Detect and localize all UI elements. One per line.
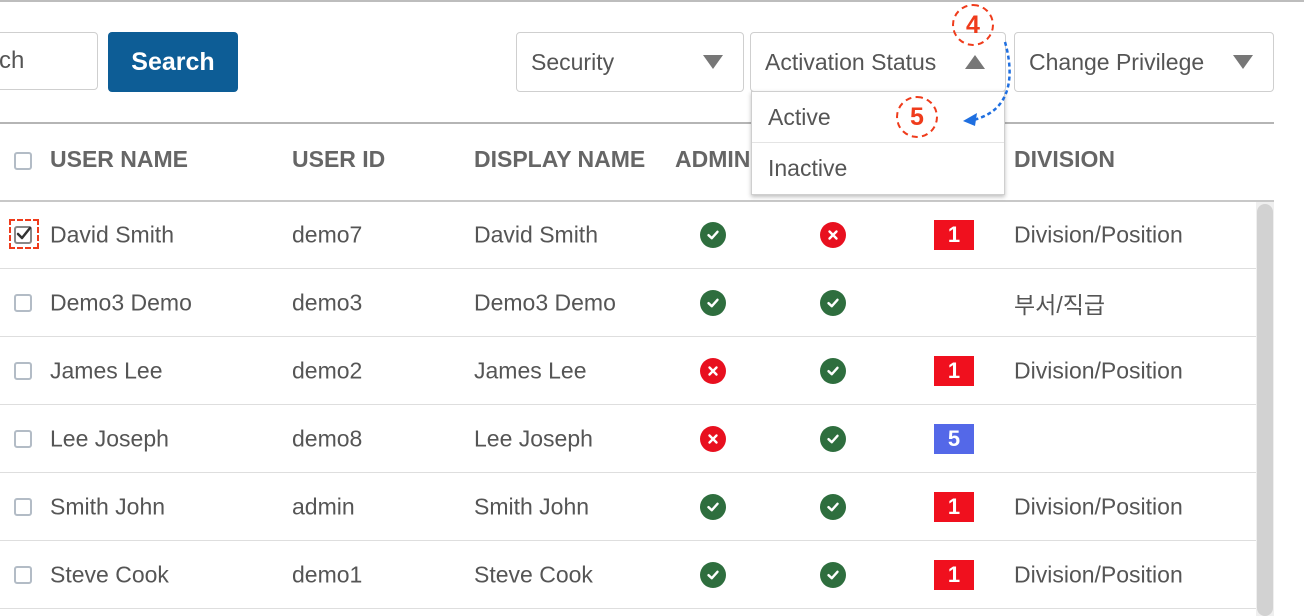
count-badge: 5 — [934, 423, 974, 454]
cell-user-id: demo8 — [292, 425, 363, 451]
annotation-arrow-icon — [963, 41, 1011, 126]
search-button[interactable]: Search — [108, 32, 238, 92]
table-row[interactable]: Demo3 Demo demo3 Demo3 Demo 부서/직급 — [0, 269, 1256, 337]
check-circle-icon — [820, 425, 846, 452]
top-border — [0, 0, 1304, 2]
cell-user-id: admin — [292, 493, 355, 519]
scrollbar-thumb[interactable] — [1257, 204, 1273, 616]
cell-division: Division/Position — [1014, 221, 1183, 247]
cell-user-id: demo3 — [292, 289, 363, 315]
column-header-division[interactable]: DIVISION — [1014, 146, 1115, 173]
table-row[interactable]: James Lee demo2 James Lee Division/Position… — [0, 337, 1256, 405]
change-privilege-dropdown[interactable]: Change Privilege — [1014, 32, 1274, 92]
check-circle-icon — [700, 561, 726, 588]
row-checkbox[interactable] — [14, 430, 32, 448]
x-circle-icon — [700, 357, 726, 384]
cell-division: 부서/직급 — [1014, 291, 1106, 318]
cell-user-name: Steve Cook — [50, 561, 169, 587]
cell-user-name: Demo3 Demo — [50, 289, 192, 315]
column-header-user-id[interactable]: USER ID — [292, 146, 385, 173]
change-privilege-label: Change Privilege — [1029, 48, 1205, 75]
column-header-user-name[interactable]: USER NAME — [50, 146, 188, 173]
check-circle-icon — [700, 493, 726, 520]
table-top-border — [0, 122, 1274, 124]
column-header-display-name[interactable]: DISPLAY NAME — [474, 146, 645, 173]
table-row[interactable]: Smith John admin Smith John Division/Positi… — [0, 473, 1256, 541]
step-5-marker: 5 — [896, 96, 938, 138]
count-badge: 1 — [934, 219, 974, 250]
cell-user-name: David Smith — [50, 221, 174, 247]
cell-display-name: Steve Cook — [474, 561, 593, 587]
cell-user-name: James Lee — [50, 357, 163, 383]
chevron-down-icon — [703, 55, 723, 69]
check-circle-icon — [700, 289, 726, 316]
select-all-checkbox[interactable] — [14, 152, 32, 170]
count-badge: 1 — [934, 491, 974, 522]
cell-user-id: demo2 — [292, 357, 363, 383]
count-badge: 1 — [934, 559, 974, 590]
cell-user-name: Lee Joseph — [50, 425, 169, 451]
cell-division: Division/Position — [1014, 561, 1183, 587]
row-checkbox[interactable] — [14, 362, 32, 380]
cell-display-name: Lee Joseph — [474, 425, 593, 451]
cell-display-name: David Smith — [474, 221, 598, 247]
row-checkbox[interactable] — [14, 294, 32, 312]
cell-user-name: Smith John — [50, 493, 166, 519]
column-header-admin[interactable]: ADMIN — [675, 146, 750, 173]
table-row[interactable]: Lee Joseph demo8 Lee Joseph 5 — [0, 405, 1256, 473]
cell-display-name: Demo3 Demo — [474, 289, 616, 315]
activation-status-label: Activation Status — [765, 48, 937, 75]
table-row[interactable]: David Smith demo7 David Smith Division/Posi… — [0, 201, 1256, 269]
row-checkbox[interactable] — [14, 566, 32, 584]
check-circle-icon — [820, 493, 846, 520]
cell-user-id: demo7 — [292, 221, 363, 247]
x-circle-icon — [700, 425, 726, 452]
check-circle-icon — [820, 561, 846, 588]
x-circle-icon — [820, 221, 846, 248]
cell-display-name: James Lee — [474, 357, 587, 383]
row-checkbox[interactable] — [14, 498, 32, 516]
table-row[interactable]: Steve Cook demo1 Steve Cook Division/Positi… — [0, 541, 1256, 609]
cell-user-id: demo1 — [292, 561, 363, 587]
check-circle-icon — [700, 221, 726, 248]
cell-display-name: Smith John — [474, 493, 590, 519]
menu-item-inactive[interactable]: Inactive — [752, 143, 1004, 194]
cell-division: Division/Position — [1014, 357, 1183, 383]
security-dropdown-label: Security — [531, 48, 615, 75]
cell-division: Division/Position — [1014, 493, 1183, 519]
count-badge: 1 — [934, 355, 974, 386]
selection-highlight — [9, 219, 39, 249]
check-circle-icon — [820, 357, 846, 384]
search-input[interactable] — [0, 32, 98, 90]
check-circle-icon — [820, 289, 846, 316]
chevron-down-icon — [1233, 55, 1253, 69]
security-dropdown[interactable]: Security — [516, 32, 744, 92]
